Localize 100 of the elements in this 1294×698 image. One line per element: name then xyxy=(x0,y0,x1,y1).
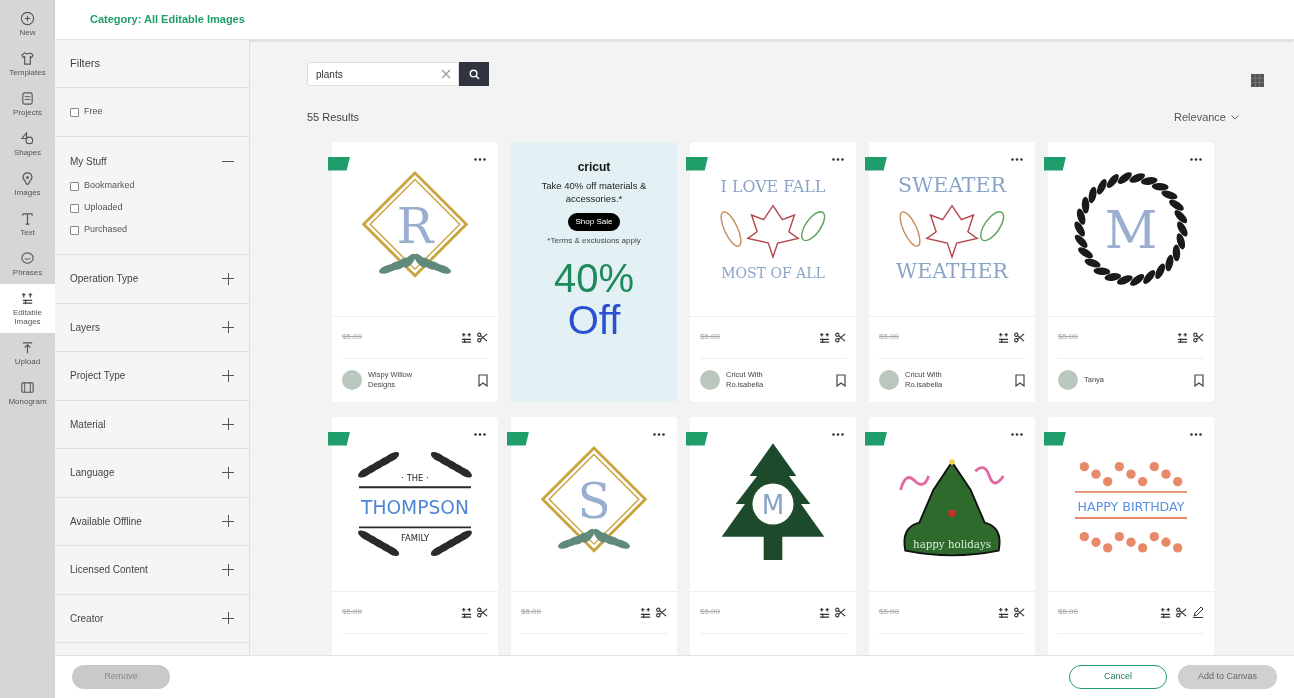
sliders-icon xyxy=(461,606,472,618)
avatar xyxy=(1058,370,1078,390)
section-title[interactable]: Licensed Content xyxy=(70,562,148,578)
rail-item[interactable]: New xyxy=(0,4,55,44)
search-button[interactable] xyxy=(459,62,489,86)
rail-item[interactable]: Monogram xyxy=(0,373,55,413)
results-count: 55 Results xyxy=(307,110,359,125)
fine-print: *Terms & exclusions apply xyxy=(547,234,641,247)
monogram-letter: M xyxy=(761,489,785,520)
search-icon xyxy=(468,68,480,80)
tag-icon xyxy=(686,431,708,446)
rail-item[interactable]: Text xyxy=(0,204,55,244)
more-icon xyxy=(1190,158,1202,161)
price-text: $5.00 xyxy=(700,606,721,618)
brand-logo: cricut xyxy=(577,158,611,176)
scissors-icon xyxy=(656,606,667,618)
discount-text: 40% xyxy=(553,256,635,299)
section-title[interactable]: Language xyxy=(70,465,115,481)
sliders-icon xyxy=(998,606,1009,618)
promo-headline: Take 40% off materials & accessories.* xyxy=(540,178,648,205)
monogram-letter: R xyxy=(396,197,434,254)
design-text: happy holidays xyxy=(913,537,991,550)
design-text: · THE · xyxy=(401,472,429,483)
discount-text: Off xyxy=(567,298,621,341)
expand-icon[interactable] xyxy=(222,369,234,382)
tag-icon xyxy=(865,156,887,171)
section-title[interactable]: Available Offline xyxy=(70,513,142,529)
sliders-icon xyxy=(998,331,1009,343)
sliders-icon xyxy=(20,291,35,306)
checkbox-option[interactable]: Purchased xyxy=(70,219,128,241)
add-to-canvas-button[interactable]: Add to Canvas xyxy=(1178,665,1277,689)
price-text: $5.00 xyxy=(700,331,721,343)
bookmark-icon[interactable] xyxy=(836,373,846,387)
category-title: Category: All Editable Images xyxy=(90,12,245,28)
monogram-icon xyxy=(20,380,35,395)
expand-icon[interactable] xyxy=(222,466,234,479)
section-title[interactable]: Material xyxy=(70,416,106,432)
tag-icon xyxy=(686,156,708,171)
price-text: $5.00 xyxy=(342,606,363,618)
shop-sale-button[interactable]: Shop Sale xyxy=(567,212,621,231)
section-title[interactable]: Project Type xyxy=(70,368,126,384)
speech-bubble-icon xyxy=(20,251,35,266)
avatar xyxy=(700,370,720,390)
scissors-icon xyxy=(1014,331,1025,343)
more-icon xyxy=(1011,158,1023,161)
design-text: WEATHER xyxy=(896,258,1008,283)
tag-icon xyxy=(507,431,529,446)
bookmark-icon[interactable] xyxy=(1015,373,1025,387)
scissors-icon xyxy=(1193,331,1204,343)
scissors-icon xyxy=(835,606,846,618)
price-text: $5.00 xyxy=(879,606,900,618)
bookmark-icon[interactable] xyxy=(478,373,488,387)
bookmark-icon[interactable] xyxy=(1194,373,1204,387)
checkbox-option[interactable]: Free xyxy=(70,101,103,123)
checkbox-option[interactable]: Bookmarked xyxy=(70,175,135,197)
more-icon xyxy=(474,433,486,436)
rail-item[interactable]: Phrases xyxy=(0,244,55,284)
expand-icon[interactable] xyxy=(222,612,234,625)
tag-icon xyxy=(328,431,350,446)
section-title[interactable]: Operation Type xyxy=(70,271,139,287)
avatar xyxy=(342,370,362,390)
expand-icon[interactable] xyxy=(222,321,234,334)
upload-icon xyxy=(20,340,35,355)
expand-icon[interactable] xyxy=(222,418,234,431)
sliders-icon xyxy=(1177,331,1188,343)
section-title[interactable]: Creator xyxy=(70,610,104,626)
promo-banner[interactable]: cricut Take 40% off materials & accessories.* Shop Sale *Terms & exclusions apply 40% Off xyxy=(511,141,677,402)
price-text: $5.00 xyxy=(521,606,542,618)
filters-title: Filters xyxy=(70,56,100,72)
sort-dropdown[interactable]: Relevance xyxy=(1174,109,1239,126)
search-field[interactable]: plants xyxy=(307,62,459,86)
scissors-icon xyxy=(1014,606,1025,618)
price-text: $5.00 xyxy=(1058,606,1079,618)
more-icon xyxy=(832,158,844,161)
folder-icon xyxy=(20,91,35,106)
rail-item[interactable]: Upload xyxy=(0,333,55,373)
expand-icon[interactable] xyxy=(222,515,234,528)
expand-icon[interactable] xyxy=(222,563,234,576)
more-icon xyxy=(832,433,844,436)
plus-circle-icon xyxy=(20,11,35,26)
tag-icon xyxy=(865,431,887,446)
more-icon xyxy=(653,433,665,436)
section-title[interactable]: Layers xyxy=(70,319,100,335)
more-icon xyxy=(1190,433,1202,436)
text-icon xyxy=(20,211,35,226)
shapes-icon xyxy=(20,131,35,146)
design-text: SWEATER xyxy=(898,172,1006,197)
price-text: $5.00 xyxy=(1058,331,1079,343)
rail-item[interactable]: Shapes xyxy=(0,124,55,164)
checkbox-option[interactable]: Uploaded xyxy=(70,197,123,219)
sliders-icon xyxy=(819,331,830,343)
rail-item[interactable]: Projects xyxy=(0,84,55,124)
avatar xyxy=(879,370,899,390)
tag-icon xyxy=(1044,156,1066,171)
expand-icon[interactable] xyxy=(222,272,234,285)
rail-item[interactable]: Images xyxy=(0,164,55,204)
design-text: THOMPSON xyxy=(361,496,469,518)
rail-item[interactable]: Templates xyxy=(0,44,55,84)
clear-icon[interactable] xyxy=(441,69,451,79)
rail-item[interactable]: Editable Images xyxy=(0,284,55,333)
